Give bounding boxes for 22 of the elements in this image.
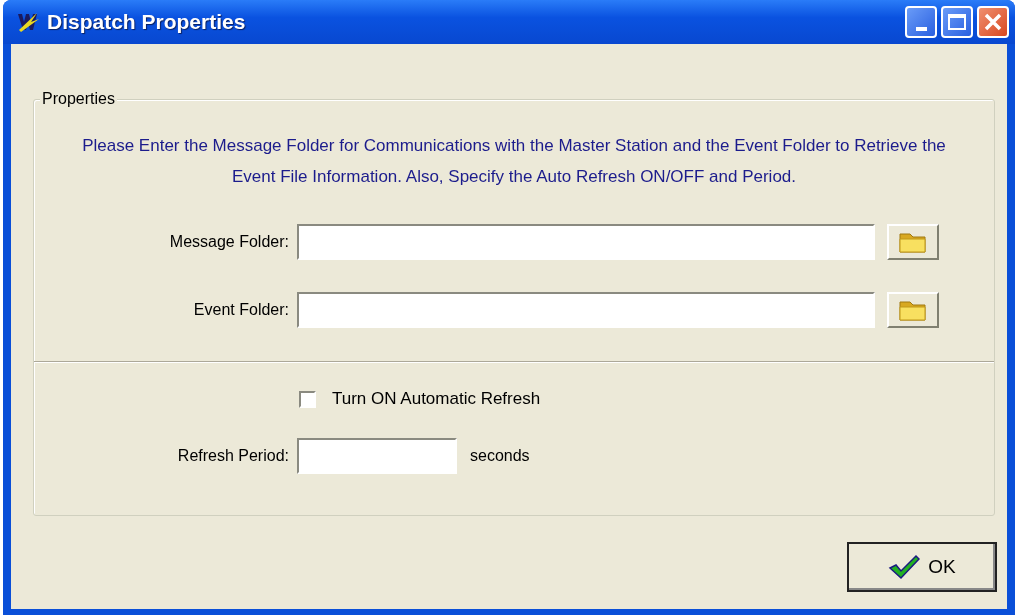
close-icon	[982, 11, 1004, 33]
checkbox[interactable]	[299, 390, 316, 408]
field-label: Refresh Period:	[176, 447, 289, 465]
folder-icon	[898, 230, 928, 254]
folder-path-field[interactable]	[297, 292, 875, 328]
unit-label: seconds	[470, 447, 530, 465]
group-title: Properties	[40, 90, 117, 108]
folder-path-field[interactable]	[297, 224, 875, 260]
field-label: Message Folder:	[168, 233, 289, 251]
field-label: Event Folder:	[192, 301, 289, 319]
instructions-text: Please Enter the Message Folder for Communications with the Master Station and the Event Folder to Retrieve the Event File Information. Also, Specify the Auto Refresh ON/OFF and Period.	[81, 135, 947, 188]
refresh-period-field[interactable]	[297, 438, 457, 474]
window-title: Dispatch Properties	[47, 10, 246, 34]
minimize-button[interactable]	[905, 6, 937, 38]
close-button[interactable]	[977, 6, 1009, 38]
browse-button[interactable]	[887, 292, 939, 328]
ok-button[interactable]: OK	[847, 542, 997, 592]
checkmark-icon	[888, 554, 921, 580]
maximize-button[interactable]	[941, 6, 973, 38]
folder-icon	[898, 298, 928, 322]
checkbox-label: Turn ON Automatic Refresh	[332, 389, 541, 409]
browse-button[interactable]	[887, 224, 939, 260]
